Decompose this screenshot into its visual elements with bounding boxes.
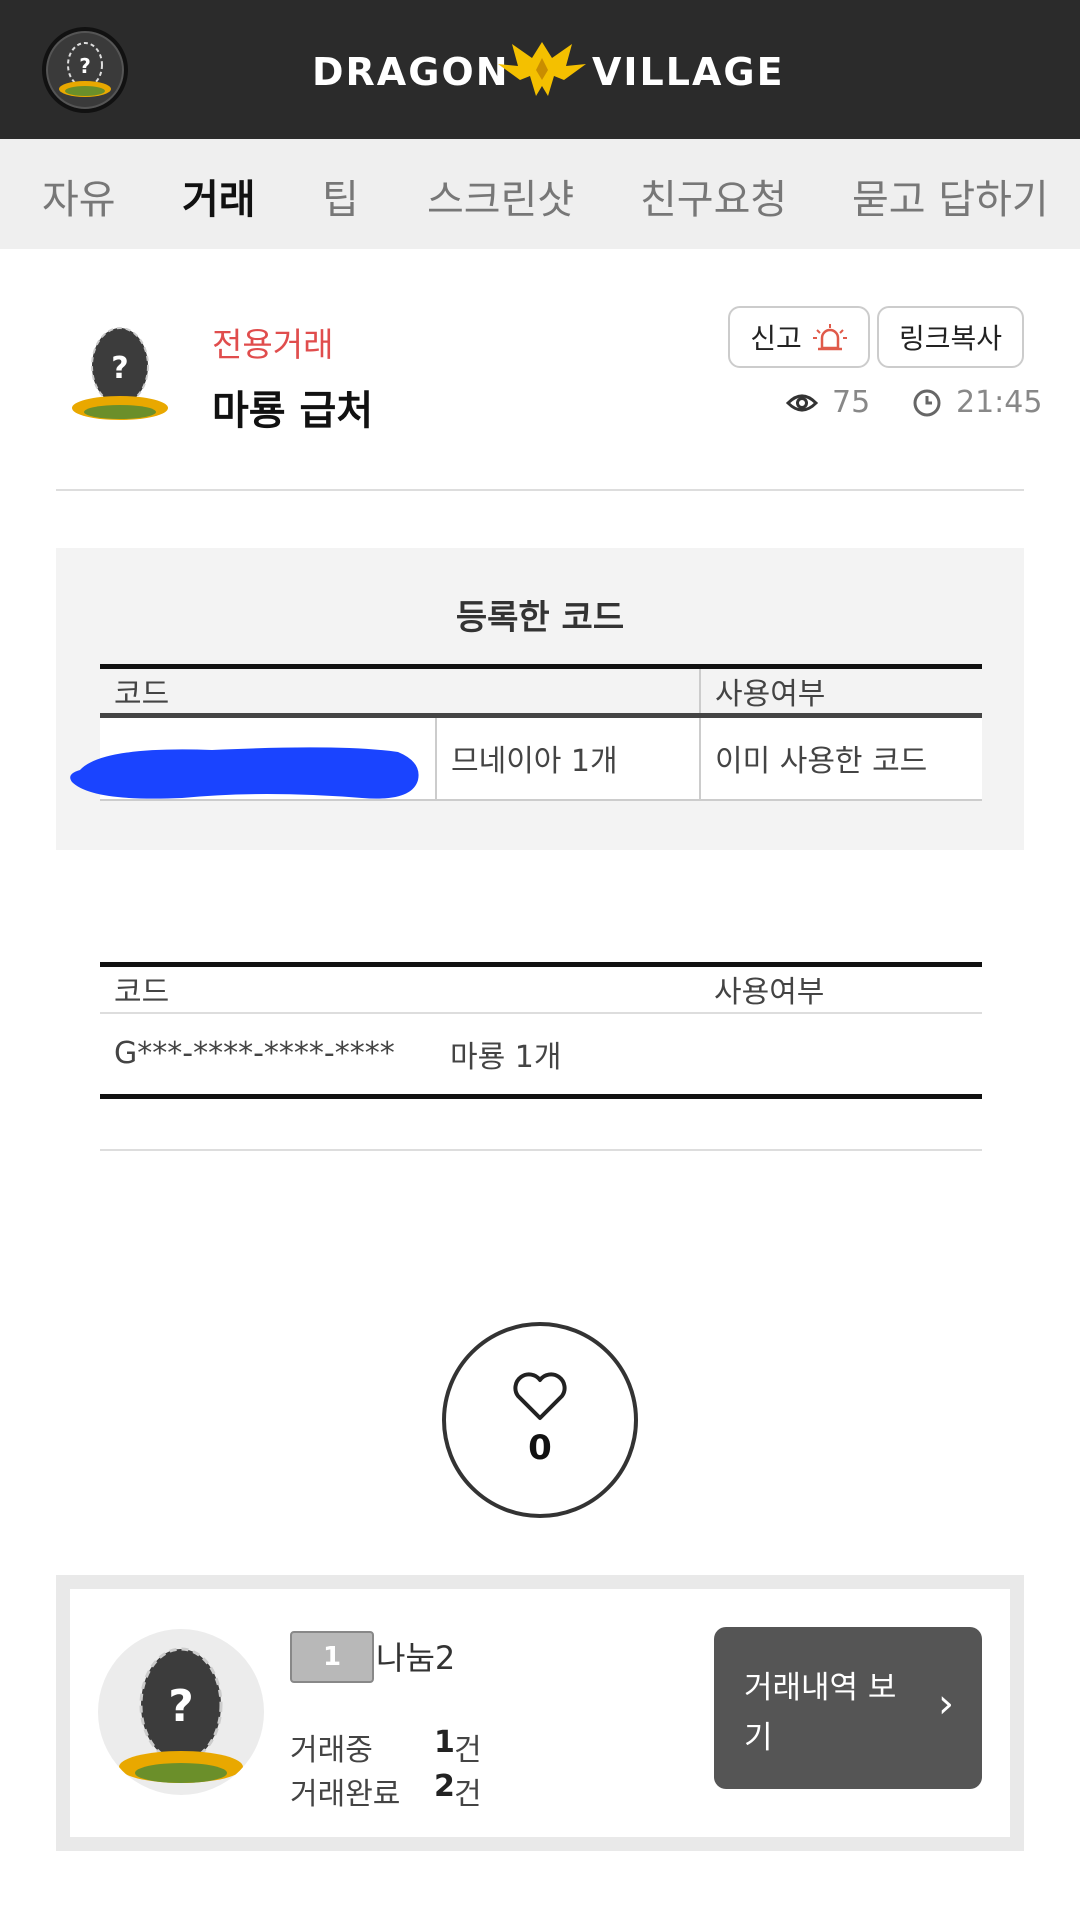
tab-screenshots[interactable]: 스크린샷 [427, 167, 574, 225]
egg-avatar-icon: ? [59, 42, 111, 97]
count-unit: 건 [454, 1777, 482, 1812]
category-tabs: 자유 거래 팁 스크린샷 친구요청 묻고 답하기 [0, 139, 1080, 249]
like-button[interactable]: 0 [442, 1322, 638, 1518]
copy-link-button[interactable]: 링크복사 [877, 306, 1024, 368]
egg-avatar-icon: ? [119, 1647, 243, 1783]
dragon-village-logo[interactable]: DRAGON VILLAGE [312, 36, 783, 102]
dragon-emblem-icon [498, 42, 586, 96]
item-cell: 므네이아 1개 [435, 715, 700, 801]
author-avatar[interactable]: ? [98, 1629, 264, 1795]
logo-text-right: VILLAGE [592, 50, 785, 94]
like-count: 0 [528, 1428, 552, 1468]
heart-icon [513, 1372, 567, 1420]
clock-icon [913, 389, 941, 416]
trading-label: 거래중 [290, 1733, 373, 1768]
tab-trade[interactable]: 거래 [182, 167, 256, 229]
view-count: 75 [786, 385, 870, 420]
trading-count: 1 [434, 1725, 455, 1760]
completed-count: 2 [434, 1769, 455, 1804]
post-time: 21:45 [912, 385, 1042, 420]
profile-avatar-button[interactable]: ? [42, 27, 128, 113]
post-author-avatar[interactable]: ? [70, 318, 170, 428]
tab-friend-requests[interactable]: 친구요청 [640, 167, 787, 225]
logo-text-left: DRAGON [312, 50, 510, 94]
trading-stat: 거래중 1 건 [290, 1725, 482, 1769]
author-card: ? 1 나눔2 거래중 1 건 거래완료 2 건 거래내역 보기 › [56, 1575, 1024, 1851]
status-cell: 이미 사용한 코드 [699, 715, 982, 801]
completed-label: 거래완료 [290, 1777, 401, 1812]
column-header-code: 코드 [100, 666, 700, 718]
registered-code-title: 등록한 코드 [455, 598, 625, 638]
item-cell: 마룡 1개 [450, 1039, 562, 1075]
code-cell: G***-****-****-**** [114, 1036, 395, 1072]
app-header: ? DRAGON VILLAGE [0, 0, 1080, 139]
code-list-table: 코드 사용여부 G***-****-****-**** 마룡 1개 [100, 962, 982, 1099]
redaction-scribble [70, 747, 419, 799]
report-label: 신고 [750, 323, 802, 354]
trade-history-label: 거래내역 보기 [744, 1670, 897, 1756]
status-cell [700, 1013, 982, 1097]
trade-history-button[interactable]: 거래내역 보기 › [714, 1627, 982, 1789]
level-badge: 1 [290, 1631, 374, 1683]
column-header-used: 사용여부 [700, 964, 982, 1014]
tab-tips[interactable]: 팁 [322, 167, 359, 225]
tab-qna[interactable]: 묻고 답하기 [852, 167, 1049, 225]
svg-text:?: ? [79, 54, 91, 78]
author-name: 나눔2 [376, 1639, 456, 1677]
post-title: 마룡 급처 [212, 388, 374, 434]
column-header-used: 사용여부 [699, 666, 982, 718]
count-unit: 건 [454, 1733, 482, 1768]
view-count-value: 75 [832, 385, 871, 420]
content-divider [100, 1149, 982, 1151]
eye-icon [786, 394, 818, 411]
chevron-right-icon: › [938, 1681, 954, 1727]
completed-stat: 거래완료 2 건 [290, 1769, 482, 1813]
table-row: G***-****-****-**** 마룡 1개 [100, 1013, 982, 1097]
column-header-code: 코드 [100, 964, 700, 1014]
svg-text:?: ? [168, 1681, 194, 1732]
post-divider [56, 489, 1024, 491]
post-category: 전용거래 [212, 325, 334, 364]
report-button[interactable]: 신고 [728, 306, 870, 368]
svg-text:?: ? [111, 351, 128, 386]
post-time-value: 21:45 [956, 385, 1043, 420]
tab-free[interactable]: 자유 [42, 167, 116, 225]
siren-icon [812, 324, 847, 351]
